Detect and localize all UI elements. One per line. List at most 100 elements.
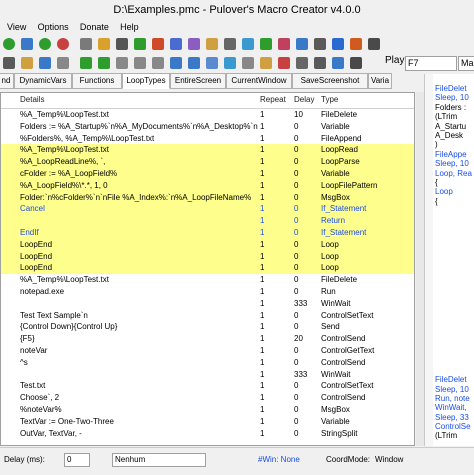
edit-icon[interactable] bbox=[206, 57, 218, 69]
pause-icon[interactable] bbox=[57, 38, 69, 50]
hotkey-icon[interactable] bbox=[350, 57, 362, 69]
menu-options[interactable]: Options bbox=[38, 20, 69, 34]
table-row[interactable]: Folders := %A_Startup%`n%A_MyDocuments%`… bbox=[1, 121, 414, 133]
table-row[interactable]: 1 333 WinWait bbox=[1, 298, 414, 310]
window-icon[interactable] bbox=[188, 38, 200, 50]
keyboard-icon[interactable] bbox=[116, 38, 128, 50]
new-icon[interactable] bbox=[3, 57, 15, 69]
ie-com-icon[interactable] bbox=[332, 38, 344, 50]
details-cell: Folders := %A_Startup%`n%A_MyDocuments%`… bbox=[20, 121, 258, 131]
table-row[interactable]: %Folders%, %A_Temp%\LoopTest.txt 1 0 FileAp… bbox=[1, 133, 414, 145]
move-down-icon[interactable] bbox=[188, 57, 200, 69]
table-row[interactable]: Cancel 1 0 If_Statement bbox=[1, 203, 414, 216]
tab-0[interactable]: nd bbox=[0, 73, 14, 89]
select-icon[interactable] bbox=[242, 57, 254, 69]
tab-savescreenshot[interactable]: SaveScreenshot bbox=[292, 73, 368, 89]
table-row[interactable]: 1 0 Return bbox=[1, 215, 414, 227]
table-row[interactable]: Test.txt 1 0 ControlSetText bbox=[1, 380, 414, 392]
table-row[interactable]: cFolder := %A_LoopField% 1 0 Variable bbox=[1, 167, 414, 180]
record-icon[interactable] bbox=[39, 38, 51, 50]
code-line: { bbox=[435, 177, 438, 187]
tab-entirescreen[interactable]: EntireScreen bbox=[170, 73, 226, 89]
delay-cell: 0 bbox=[294, 345, 299, 355]
menu-help[interactable]: Help bbox=[120, 20, 139, 34]
variable-icon[interactable] bbox=[260, 38, 272, 50]
table-row[interactable]: ^s 1 0 ControlSend bbox=[1, 357, 414, 369]
com-icon[interactable] bbox=[350, 38, 362, 50]
table-row[interactable]: 1 333 WinWait bbox=[1, 369, 414, 381]
tab-looptypes[interactable]: LoopTypes bbox=[122, 73, 170, 89]
menu-donate[interactable]: Donate bbox=[80, 20, 109, 34]
loop-icon[interactable] bbox=[134, 38, 146, 50]
copy-icon[interactable] bbox=[134, 57, 146, 69]
send-message-icon[interactable] bbox=[296, 38, 308, 50]
table-row[interactable]: %noteVar% 1 0 MsgBox bbox=[1, 404, 414, 416]
preview-icon[interactable] bbox=[332, 57, 344, 69]
settings-icon[interactable] bbox=[296, 57, 308, 69]
table-row[interactable]: Test Text Sample`n 1 0 ControlSetText bbox=[1, 310, 414, 322]
stop-icon[interactable] bbox=[21, 38, 33, 50]
table-row[interactable]: EndIf 1 0 If_Statement bbox=[1, 226, 414, 239]
hotkey-field[interactable]: F7 bbox=[405, 56, 457, 71]
hotkey-combo[interactable]: Nenhum bbox=[112, 453, 206, 467]
delay-cell: 0 bbox=[294, 286, 299, 296]
table-row[interactable]: TextVar := One-Two-Three 1 0 Variable bbox=[1, 416, 414, 428]
delay-input[interactable]: 0 bbox=[64, 453, 90, 467]
header-repeat[interactable]: Repeat bbox=[260, 95, 286, 104]
table-row[interactable]: %A_Temp%\LoopTest.txt 1 0 FileDelete bbox=[1, 274, 414, 286]
save-icon[interactable] bbox=[39, 57, 51, 69]
table-row[interactable]: LoopEnd 1 0 Loop bbox=[1, 250, 414, 263]
list-scrollbar[interactable] bbox=[416, 92, 424, 446]
tab-varia[interactable]: Varia bbox=[368, 73, 392, 89]
table-row[interactable]: LoopEnd 1 0 Loop bbox=[1, 238, 414, 251]
mouse-icon[interactable] bbox=[80, 38, 92, 50]
tab-dynamicvars[interactable]: DynamicVars bbox=[14, 73, 72, 89]
header-details[interactable]: Details bbox=[20, 95, 44, 104]
table-row[interactable]: Folder:`n%cFolder%`n`nFile %A_Index%:`n%… bbox=[1, 191, 414, 204]
table-row[interactable]: LoopEnd 1 0 Loop bbox=[1, 262, 414, 275]
macro-list[interactable]: Details Repeat Delay Type %A_Temp%\LoopT… bbox=[0, 92, 415, 446]
export-icon[interactable] bbox=[57, 57, 69, 69]
table-row[interactable]: %A_LoopReadLine%, `, 1 0 LoopParse bbox=[1, 156, 414, 168]
delay-cell: 0 bbox=[294, 204, 299, 214]
open-icon[interactable] bbox=[21, 57, 33, 69]
delete-icon[interactable] bbox=[278, 57, 290, 69]
find-icon[interactable] bbox=[224, 57, 236, 69]
table-row[interactable]: %A_Temp%\LoopTest.txt 1 10 FileDelete bbox=[1, 109, 414, 121]
paste-icon[interactable] bbox=[152, 57, 164, 69]
header-type[interactable]: Type bbox=[321, 95, 338, 104]
table-row[interactable]: Choose`, 2 1 0 ControlSend bbox=[1, 392, 414, 404]
mode-select[interactable]: Manual bbox=[458, 56, 474, 71]
if-icon[interactable] bbox=[242, 38, 254, 50]
menu-view[interactable]: View bbox=[7, 20, 26, 34]
function-icon[interactable] bbox=[278, 38, 290, 50]
table-row[interactable]: notepad.exe 1 0 Run bbox=[1, 286, 414, 298]
run-icon[interactable] bbox=[224, 38, 236, 50]
label-icon[interactable] bbox=[170, 38, 182, 50]
tab-functions[interactable]: Functions bbox=[72, 73, 122, 89]
help-icon[interactable] bbox=[314, 57, 326, 69]
type-cell: FileAppend bbox=[321, 133, 362, 143]
table-row[interactable]: %A_LoopField%\*.*, 1, 0 1 0 LoopFilePattern bbox=[1, 179, 414, 192]
table-row[interactable]: OutVar, TextVar, - 1 0 StringSplit bbox=[1, 428, 414, 440]
table-row[interactable]: {F5} 1 20 ControlSend bbox=[1, 333, 414, 345]
table-row[interactable]: {Control Down}{Control Up} 1 0 Send bbox=[1, 321, 414, 333]
send-icon[interactable] bbox=[368, 38, 380, 50]
undo-icon[interactable] bbox=[80, 57, 92, 69]
image-search-icon[interactable] bbox=[206, 38, 218, 50]
table-row[interactable]: %A_Temp%\LoopTest.txt 1 0 LoopRead bbox=[1, 144, 414, 157]
redo-icon[interactable] bbox=[98, 57, 110, 69]
control-icon[interactable] bbox=[314, 38, 326, 50]
play-icon[interactable] bbox=[3, 38, 15, 50]
color-icon[interactable] bbox=[260, 57, 272, 69]
details-cell: {F5} bbox=[20, 334, 35, 344]
pause-cmd-icon[interactable] bbox=[152, 38, 164, 50]
move-up-icon[interactable] bbox=[170, 57, 182, 69]
header-delay[interactable]: Delay bbox=[294, 95, 314, 104]
cut-icon[interactable] bbox=[116, 57, 128, 69]
delay-cell: 0 bbox=[294, 381, 299, 391]
tab-currentwindow[interactable]: CurrentWindow bbox=[226, 73, 292, 89]
text-icon[interactable] bbox=[98, 38, 110, 50]
table-row[interactable]: noteVar 1 0 ControlGetText bbox=[1, 345, 414, 357]
